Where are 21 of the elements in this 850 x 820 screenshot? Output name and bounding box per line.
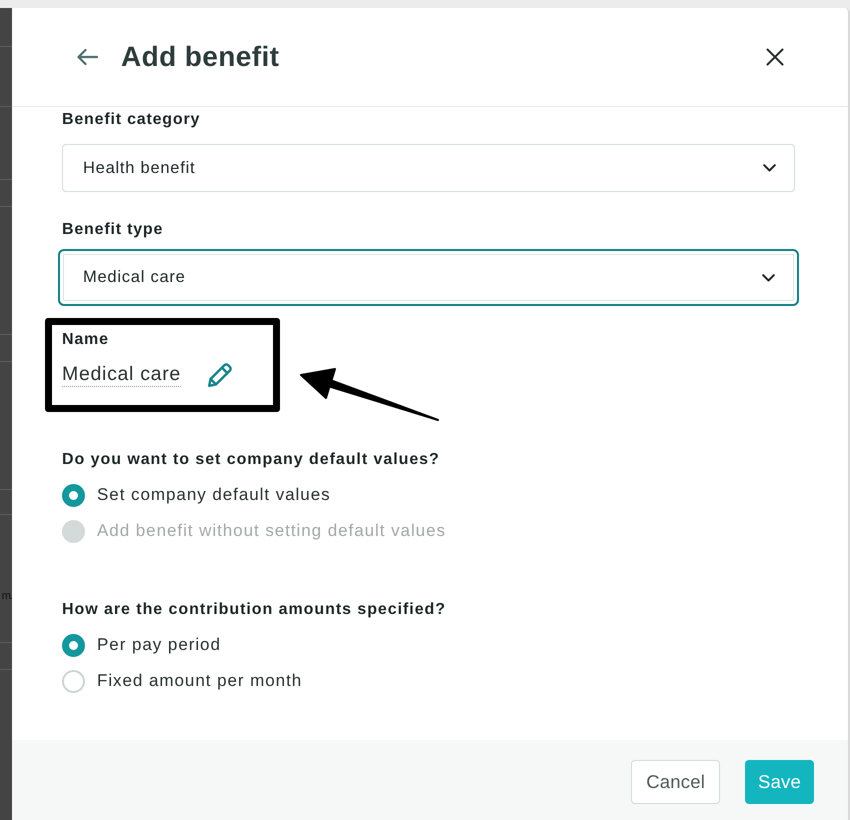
dropdown-select[interactable]: Health benefit	[62, 144, 795, 192]
editable-name[interactable]: Medical care	[62, 362, 181, 387]
option-label: Per pay period	[97, 635, 221, 655]
dialog-title: Add benefit	[121, 41, 280, 73]
cancel-button[interactable]: Cancel	[631, 760, 720, 804]
option-label: Set company default values	[97, 485, 331, 505]
field-label: Benefit type	[62, 220, 164, 240]
chevron-down-icon	[763, 164, 776, 172]
question-text: How are the contribution amounts specified?	[62, 600, 447, 620]
chevron-down-icon	[762, 274, 775, 282]
back-arrow-icon[interactable]	[76, 48, 98, 66]
radio-button[interactable]	[62, 484, 85, 506]
close-icon[interactable]	[766, 48, 784, 66]
question-text: Do you want to set company default values?	[62, 450, 441, 470]
pencil-icon[interactable]	[208, 362, 232, 386]
field-label: Benefit category	[62, 110, 202, 130]
option-label: Add benefit without setting default values	[97, 521, 446, 541]
radio-button[interactable]	[62, 634, 85, 656]
dropdown-select[interactable]: Medical care	[58, 249, 799, 306]
field-label: Name	[62, 330, 110, 350]
option-label: Fixed amount per month	[97, 671, 302, 691]
